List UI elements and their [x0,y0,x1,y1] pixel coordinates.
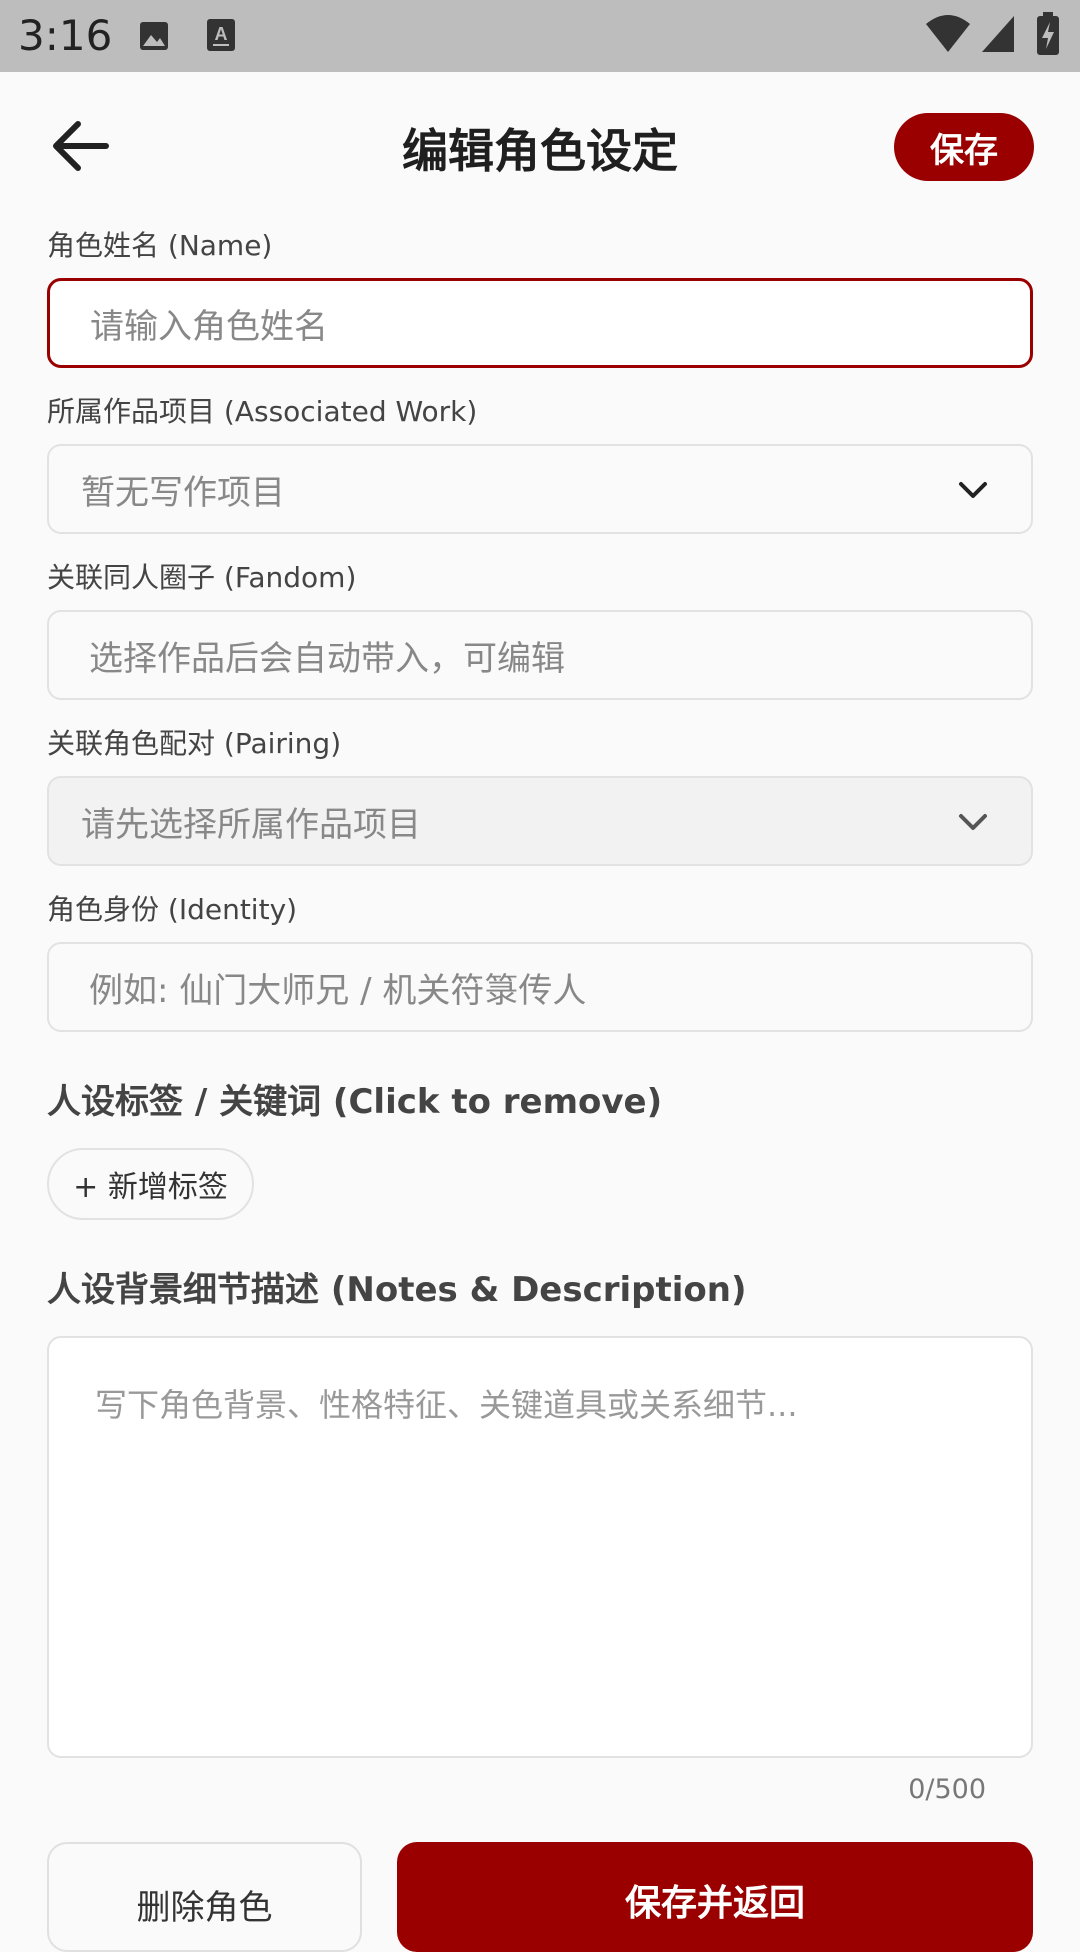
status-time: 3:16 [18,11,113,60]
chevron-down-icon [959,814,987,830]
pairing-dropdown[interactable]: 请先选择所属作品项目 [47,776,1033,866]
notes-placeholder: 写下角色背景、性格特征、关键道具或关系细节... [95,1386,798,1424]
status-bar: 3:16 A [0,0,1080,72]
save-button[interactable]: 保存 [894,113,1034,181]
name-input[interactable]: 请输入角色姓名 [47,278,1033,368]
notes-textarea[interactable]: 写下角色背景、性格特征、关键道具或关系细节... [47,1336,1033,1758]
work-label: 所属作品项目 (Associated Work) [47,395,478,428]
notes-char-counter: 0/500 [908,1774,986,1805]
image-icon [140,22,168,50]
notes-section-title: 人设背景细节描述 (Notes & Description) [47,1270,747,1310]
work-value: 暂无写作项目 [81,472,285,513]
text-icon: A [207,19,235,51]
fandom-placeholder: 选择作品后会自动带入，可编辑 [89,638,565,679]
signal-icon [982,16,1014,52]
pairing-value: 请先选择所属作品项目 [81,804,421,845]
identity-input[interactable]: 例如: 仙门大师兄 / 机关符箓传人 [47,942,1033,1032]
identity-label: 角色身份 (Identity) [47,893,298,926]
tags-section-title: 人设标签 / 关键词 (Click to remove) [47,1082,663,1122]
name-label: 角色姓名 (Name) [47,229,273,262]
delete-character-button[interactable]: 删除角色 [47,1842,362,1952]
back-arrow-icon[interactable] [48,118,112,174]
identity-placeholder: 例如: 仙门大师兄 / 机关符箓传人 [89,970,587,1011]
fandom-input[interactable]: 选择作品后会自动带入，可编辑 [47,610,1033,700]
add-tag-button[interactable]: + 新增标签 [47,1148,254,1220]
chevron-down-icon [959,482,987,498]
app-bar: 编辑角色设定 保存 [0,72,1080,224]
svg-text:A: A [215,24,228,44]
save-and-return-button[interactable]: 保存并返回 [397,1842,1033,1952]
pairing-label: 关联角色配对 (Pairing) [47,727,342,760]
work-dropdown[interactable]: 暂无写作项目 [47,444,1033,534]
wifi-icon [926,15,970,52]
fandom-label: 关联同人圈子 (Fandom) [47,561,357,594]
battery-icon [1037,12,1059,55]
name-placeholder: 请输入角色姓名 [90,306,328,347]
